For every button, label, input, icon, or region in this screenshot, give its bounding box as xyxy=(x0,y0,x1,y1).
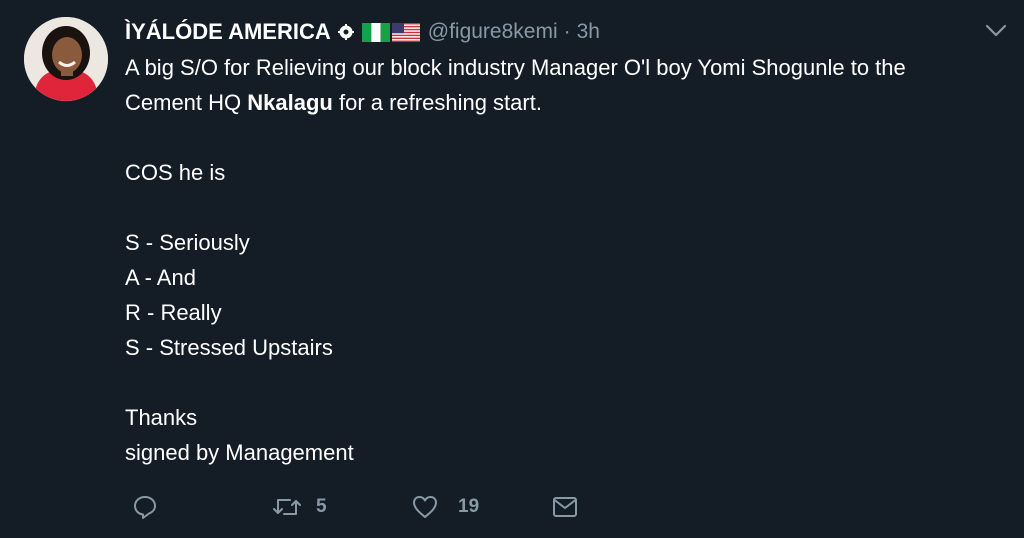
retweet-count: 5 xyxy=(316,496,327,517)
separator-dot: · xyxy=(563,20,571,43)
tweet-line: R - Really xyxy=(125,300,222,325)
avatar[interactable] xyxy=(24,17,108,101)
tweet-bold-word: Nkalagu xyxy=(247,90,333,115)
user-handle[interactable]: @figure8kemi xyxy=(428,20,558,44)
tweet-line: Cement HQ Nkalagu for a refreshing start… xyxy=(125,85,1015,120)
reply-icon xyxy=(132,494,158,520)
heart-icon xyxy=(411,494,439,520)
envelope-icon xyxy=(551,495,579,519)
like-button[interactable]: 19 xyxy=(411,490,479,524)
gear-badge-icon xyxy=(337,24,354,40)
tweet-line: Thanks xyxy=(125,405,198,430)
tweet-line-text: for a refreshing start. xyxy=(332,90,542,115)
tweet-card: ÌYÁLÓDE AMERICA @figure8kemi · 3h A big … xyxy=(0,0,1024,538)
like-count: 19 xyxy=(458,496,480,517)
avatar-image xyxy=(24,17,108,101)
reply-button[interactable] xyxy=(132,490,158,524)
usa-flag-icon xyxy=(391,22,420,42)
tweet-line: A - And xyxy=(125,265,196,290)
tweet-line: S - Stressed Upstairs xyxy=(125,335,333,360)
nigeria-flag-icon xyxy=(361,22,390,42)
tweet-text: A big S/O for Relieving our block indust… xyxy=(125,50,1015,470)
display-name[interactable]: ÌYÁLÓDE AMERICA xyxy=(125,19,331,45)
tweet-line: S - Seriously xyxy=(125,230,250,255)
tweet-line-text: Cement HQ xyxy=(125,90,248,115)
retweet-button[interactable]: 5 xyxy=(272,490,327,524)
tweet-line: COS he is xyxy=(125,160,226,185)
tweet-line: signed by Management xyxy=(125,440,354,465)
retweet-icon xyxy=(272,495,302,519)
tweet-header: ÌYÁLÓDE AMERICA @figure8kemi · 3h xyxy=(125,17,600,47)
chevron-down-icon[interactable] xyxy=(985,24,1007,38)
timestamp[interactable]: 3h xyxy=(577,20,600,44)
tweet-line: A big S/O for Relieving our block indust… xyxy=(125,55,906,80)
direct-message-button[interactable] xyxy=(551,490,579,524)
tweet-actions: 5 19 xyxy=(0,490,1024,524)
